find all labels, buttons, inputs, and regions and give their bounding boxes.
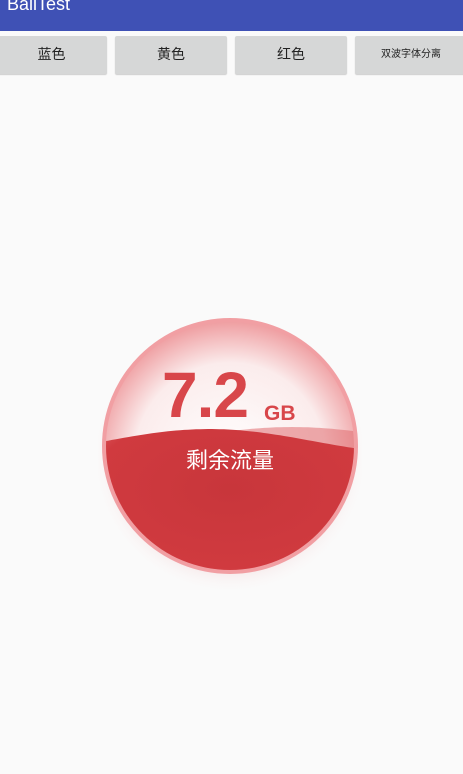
blue-button[interactable]: 蓝色 bbox=[0, 36, 107, 74]
dual-wave-separate-button[interactable]: 双波字体分离 bbox=[355, 36, 463, 74]
app-title: BallTest bbox=[7, 0, 71, 14]
remaining-value: 7.2 bbox=[162, 359, 249, 431]
yellow-button[interactable]: 黄色 bbox=[115, 36, 227, 74]
button-row: 蓝色 黄色 红色 双波字体分离 bbox=[0, 36, 463, 74]
remaining-label: 剩余流量 bbox=[185, 449, 274, 474]
remaining-unit: GB bbox=[264, 402, 296, 425]
app-bar: BallTest bbox=[0, 0, 463, 31]
wave-ball[interactable]: 7.2 GB 剩余流量 bbox=[98, 316, 362, 606]
app-window: BallTest 蓝色 黄色 红色 双波字体分离 7.2 GB 剩余流量 bbox=[0, 0, 463, 774]
red-button[interactable]: 红色 bbox=[235, 36, 347, 74]
